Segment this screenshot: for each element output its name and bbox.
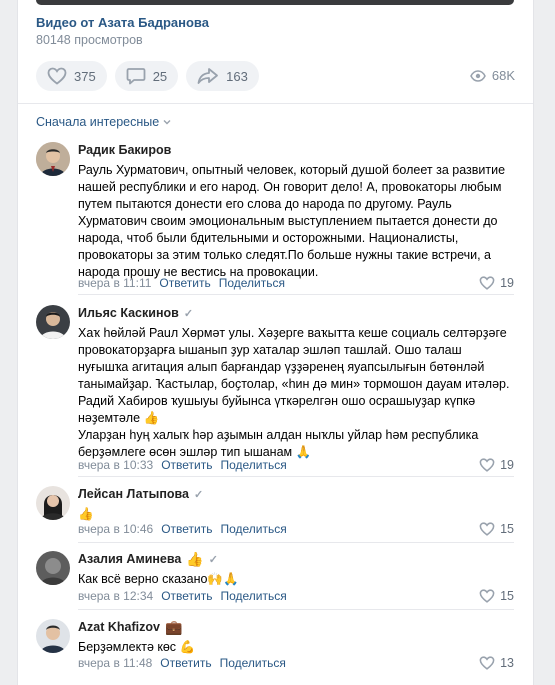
verified-check-icon: ✓ — [183, 307, 194, 320]
comment-meta: вчера в 11:48 Ответить Поделиться — [78, 656, 286, 670]
share-link[interactable]: Поделиться — [220, 589, 286, 603]
comment-count: 25 — [152, 68, 168, 84]
comment-author[interactable]: Азалия Аминева 👍 ✓ — [78, 551, 514, 567]
comment-like-button[interactable]: 15 — [479, 589, 514, 603]
verified-check-icon: ✓ — [208, 553, 219, 566]
share-icon — [197, 68, 219, 84]
comment-author[interactable]: Azat Khafizov 💼 — [78, 619, 514, 635]
comment: Радик Бакиров Рауль Хурматович, опытный … — [36, 142, 514, 292]
avatar[interactable] — [36, 551, 70, 585]
video-views: 80148 просмотров — [36, 33, 143, 47]
share-link[interactable]: Поделиться — [220, 522, 286, 536]
comment-like-count: 15 — [500, 589, 514, 603]
share-link[interactable]: Поделиться — [220, 656, 286, 670]
comment-like-count: 13 — [500, 656, 514, 670]
comment-time[interactable]: вчера в 10:46 — [78, 522, 153, 536]
share-button[interactable]: 163 — [186, 61, 259, 91]
comment-icon — [126, 68, 146, 85]
comment-time[interactable]: вчера в 12:34 — [78, 589, 153, 603]
comment-text: Хаҡ һөйләй Раuл Хөрмәт улы. Хәҙерге ваҡы… — [78, 326, 510, 459]
heart-icon — [47, 67, 67, 85]
comment-text: Берҙәмлектә көс 💪 — [78, 640, 196, 654]
video-title[interactable]: Видео от Азата Бадранова — [36, 15, 209, 30]
reply-button[interactable]: Ответить — [161, 522, 212, 536]
comment-separator — [78, 542, 514, 543]
chevron-down-icon — [163, 120, 171, 125]
author-status-emoji: 👍 — [186, 550, 204, 567]
comment-like-button[interactable]: 13 — [479, 656, 514, 670]
share-link[interactable]: Поделиться — [220, 458, 286, 472]
post-card: Видео от Азата Бадранова 80148 просмотро… — [17, 0, 534, 685]
comment-button[interactable]: 25 — [114, 61, 179, 91]
comment-time[interactable]: вчера в 11:48 — [78, 656, 152, 670]
comment-like-button[interactable]: 15 — [479, 522, 514, 536]
comment-like-count: 19 — [500, 458, 514, 472]
comment-like-count: 15 — [500, 522, 514, 536]
comment-meta: вчера в 10:33 Ответить Поделиться — [78, 458, 287, 472]
comment: Азалия Аминева 👍 ✓ Как всё верно сказано🙌🙏… — [36, 551, 514, 606]
heart-icon — [479, 276, 495, 290]
view-count: 68K — [491, 68, 515, 83]
heart-icon — [479, 656, 495, 670]
comment-author[interactable]: Ильяс Каскинов ✓ — [78, 305, 514, 321]
comment-separator — [78, 294, 514, 295]
comment-like-count: 19 — [500, 276, 514, 290]
video-player-bottom[interactable] — [36, 0, 514, 5]
comment-author[interactable]: Радик Бакиров — [78, 142, 514, 158]
reply-button[interactable]: Ответить — [159, 276, 210, 290]
comment-like-button[interactable]: 19 — [479, 276, 514, 290]
comment: Лейсан Латыпова ✓ 👍 вчера в 10:46 Ответит… — [36, 486, 514, 541]
heart-icon — [479, 589, 495, 603]
comment-author[interactable]: Лейсан Латыпова ✓ — [78, 486, 514, 502]
reply-button[interactable]: Ответить — [161, 589, 212, 603]
comment-meta: вчера в 10:46 Ответить Поделиться — [78, 522, 287, 536]
comment-time[interactable]: вчера в 10:33 — [78, 458, 153, 472]
comment-text: Рауль Хурматович, опытный человек, котор… — [78, 163, 506, 279]
like-button[interactable]: 375 — [36, 61, 107, 91]
avatar[interactable] — [36, 142, 70, 176]
sort-label: Сначала интересные — [36, 115, 160, 129]
heart-icon — [479, 458, 495, 472]
avatar[interactable] — [36, 305, 70, 339]
view-counter: 68K — [470, 68, 515, 83]
comment: Ильяс Каскинов ✓ Хаҡ һөйләй Раuл Хөрмәт у… — [36, 305, 514, 475]
verified-check-icon: ✓ — [193, 488, 204, 501]
like-count: 375 — [74, 68, 96, 84]
share-link[interactable]: Поделиться — [219, 276, 285, 290]
eye-icon — [470, 69, 486, 82]
avatar[interactable] — [36, 486, 70, 520]
author-status-emoji: 💼 — [164, 618, 183, 635]
comment-text: Как всё верно сказано🙌🙏 — [78, 572, 239, 586]
heart-icon — [479, 522, 495, 536]
comment-separator — [78, 476, 514, 477]
divider — [18, 103, 533, 104]
comment-separator — [78, 609, 514, 610]
comment: Azat Khafizov 💼 Берҙәмлектә көс 💪 вчера в… — [36, 619, 514, 675]
avatar[interactable] — [36, 619, 70, 653]
comment-time[interactable]: вчера в 11:11 — [78, 276, 151, 290]
comment-meta: вчера в 11:11 Ответить Поделиться — [78, 276, 285, 290]
comment-meta: вчера в 12:34 Ответить Поделиться — [78, 589, 287, 603]
sort-dropdown[interactable]: Сначала интересные — [36, 115, 172, 129]
reply-button[interactable]: Ответить — [161, 458, 212, 472]
share-count: 163 — [226, 68, 248, 84]
reply-button[interactable]: Ответить — [160, 656, 211, 670]
comment-like-button[interactable]: 19 — [479, 458, 514, 472]
action-bar: 375 25 163 — [36, 61, 259, 91]
comment-text: 👍 — [78, 507, 94, 521]
